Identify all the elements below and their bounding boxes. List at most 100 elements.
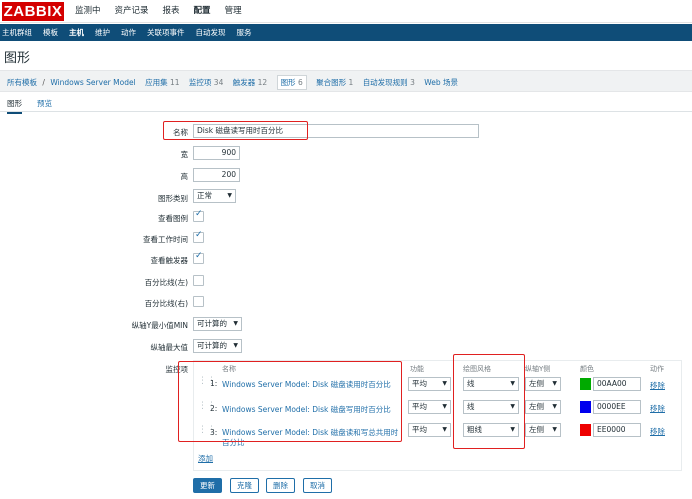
item-color-swatch[interactable] — [580, 401, 591, 413]
nav-graphs-label[interactable]: 图形 — [281, 78, 296, 87]
form-tabs: 图形 预览 — [0, 94, 692, 114]
width-input[interactable]: 900 — [193, 146, 240, 160]
highlight-draw-style — [453, 354, 525, 449]
item-y-axis-value: 左侧 — [529, 379, 544, 388]
item-y-axis-select[interactable]: 左侧 ▼ — [525, 377, 561, 391]
show-triggers-checkbox[interactable]: ✓ — [193, 251, 204, 264]
clone-button[interactable]: 克隆 — [230, 478, 259, 493]
submenu-maintenance[interactable]: 维护 — [95, 27, 110, 38]
nav-screens-count: 1 — [348, 78, 354, 87]
chevron-down-icon: ▼ — [442, 403, 447, 410]
show-legend-label: 查看图例 — [158, 214, 188, 223]
item-remove-link[interactable]: 移除 — [650, 403, 665, 414]
highlight-items — [178, 361, 402, 442]
y-max-label: 纵轴最大值 — [150, 343, 189, 352]
item-color-input[interactable]: EE0000 — [593, 423, 641, 437]
nav-graphs[interactable]: 图形 6 — [276, 75, 307, 90]
item-function-value: 平均 — [412, 402, 427, 411]
update-button[interactable]: 更新 — [193, 478, 222, 493]
show-working-time-label: 查看工作时间 — [143, 235, 188, 244]
percentile-right-checkbox[interactable] — [193, 296, 204, 307]
item-function-select[interactable]: 平均 ▼ — [408, 423, 451, 437]
percentile-left-label: 百分比线(左) — [144, 278, 188, 287]
height-input[interactable]: 200 — [193, 168, 240, 182]
nav-triggers-count: 12 — [257, 78, 268, 87]
graph-type-label: 图形类别 — [158, 194, 188, 203]
checkmark-icon: ✓ — [195, 230, 203, 240]
submenu-discovery[interactable]: 自动发现 — [196, 27, 226, 38]
add-item-link[interactable]: 添加 — [198, 453, 213, 464]
item-color-input[interactable]: 00AA00 — [593, 377, 641, 391]
submenu-host-groups[interactable]: 主机群组 — [2, 27, 32, 38]
submenu-event-correlation[interactable]: 关联项事件 — [147, 27, 185, 38]
show-working-time-checkbox[interactable]: ✓ — [193, 230, 204, 243]
checkmark-icon: ✓ — [195, 251, 203, 261]
show-legend-checkbox[interactable]: ✓ — [193, 209, 204, 222]
cancel-button[interactable]: 取消 — [303, 478, 332, 493]
nav-web-scenarios[interactable]: Web 场景 — [424, 78, 458, 87]
breadcrumb-host[interactable]: Windows Server Model — [50, 78, 135, 87]
height-label: 高 — [180, 172, 189, 181]
item-y-axis-value: 左侧 — [529, 425, 544, 434]
item-color-input[interactable]: 0000EE — [593, 400, 641, 414]
nav-discovery-rules[interactable]: 自动发现规则 — [363, 78, 408, 87]
item-remove-link[interactable]: 移除 — [650, 380, 665, 391]
breadcrumb-bar: 所有模板 / Windows Server Model 应用集 11 监控项 3… — [0, 70, 692, 92]
percentile-left-checkbox[interactable] — [193, 275, 204, 286]
nav-triggers[interactable]: 触发器 — [233, 78, 256, 87]
submenu-services[interactable]: 服务 — [237, 27, 252, 38]
menu-administration[interactable]: 管理 — [225, 5, 242, 17]
chevron-down-icon: ▼ — [552, 403, 557, 410]
item-color-swatch[interactable] — [580, 424, 591, 436]
chevron-down-icon: ▼ — [233, 320, 238, 327]
item-function-value: 平均 — [412, 379, 427, 388]
breadcrumb-all-templates[interactable]: 所有模板 — [7, 78, 37, 87]
menu-inventory[interactable]: 资产记录 — [115, 5, 149, 17]
graph-type-select[interactable]: 正常 ▼ — [193, 189, 236, 203]
zabbix-logo[interactable]: ZABBIX — [2, 2, 64, 21]
y-min-label: 纵轴Y最小值MIN — [131, 321, 188, 330]
top-bar: ZABBIX 监测中 资产记录 报表 配置 管理 — [0, 0, 692, 23]
items-header-action: 动作 — [650, 365, 664, 373]
nav-items[interactable]: 监控项 — [189, 78, 212, 87]
width-label: 宽 — [180, 150, 189, 159]
nav-graphs-count: 6 — [297, 78, 303, 87]
item-y-axis-value: 左侧 — [529, 402, 544, 411]
item-y-axis-select[interactable]: 左侧 ▼ — [525, 400, 561, 414]
submenu-hosts[interactable]: 主机 — [69, 27, 84, 38]
chevron-down-icon: ▼ — [552, 380, 557, 387]
submenu-actions[interactable]: 动作 — [121, 27, 136, 38]
tab-graph[interactable]: 图形 — [7, 98, 22, 114]
nav-items-count: 34 — [213, 78, 224, 87]
checkmark-icon: ✓ — [195, 209, 203, 219]
item-y-axis-select[interactable]: 左侧 ▼ — [525, 423, 561, 437]
submenu-templates[interactable]: 模板 — [43, 27, 58, 38]
y-max-value: 可计算的 — [197, 341, 227, 350]
item-color-swatch[interactable] — [580, 378, 591, 390]
y-max-select[interactable]: 可计算的 ▼ — [193, 339, 242, 353]
breadcrumb-separator: / — [42, 78, 45, 87]
chevron-down-icon: ▼ — [227, 192, 232, 199]
main-menu: 监测中 资产记录 报表 配置 管理 — [75, 5, 256, 17]
chevron-down-icon: ▼ — [442, 380, 447, 387]
item-function-select[interactable]: 平均 ▼ — [408, 377, 451, 391]
item-function-select[interactable]: 平均 ▼ — [408, 400, 451, 414]
chevron-down-icon: ▼ — [552, 426, 557, 433]
delete-button[interactable]: 删除 — [266, 478, 295, 493]
items-header-color: 颜色 — [580, 365, 594, 373]
tab-preview[interactable]: 预览 — [37, 98, 52, 109]
item-remove-link[interactable]: 移除 — [650, 426, 665, 437]
nav-applications-count: 11 — [169, 78, 180, 87]
menu-reports[interactable]: 报表 — [163, 5, 180, 17]
items-header-function: 功能 — [410, 365, 424, 373]
y-min-select[interactable]: 可计算的 ▼ — [193, 317, 242, 331]
menu-configuration[interactable]: 配置 — [194, 5, 211, 17]
highlight-name — [163, 121, 308, 140]
nav-applications[interactable]: 应用集 — [145, 78, 168, 87]
nav-screens[interactable]: 聚合图形 — [316, 78, 346, 87]
percentile-right-label: 百分比线(右) — [144, 299, 188, 308]
breadcrumb: 所有模板 / Windows Server Model 应用集 11 监控项 3… — [7, 75, 458, 90]
menu-monitoring[interactable]: 监测中 — [75, 5, 101, 17]
items-header-y-axis: 纵轴Y侧 — [525, 365, 551, 373]
page-title: 图形 — [4, 51, 31, 66]
